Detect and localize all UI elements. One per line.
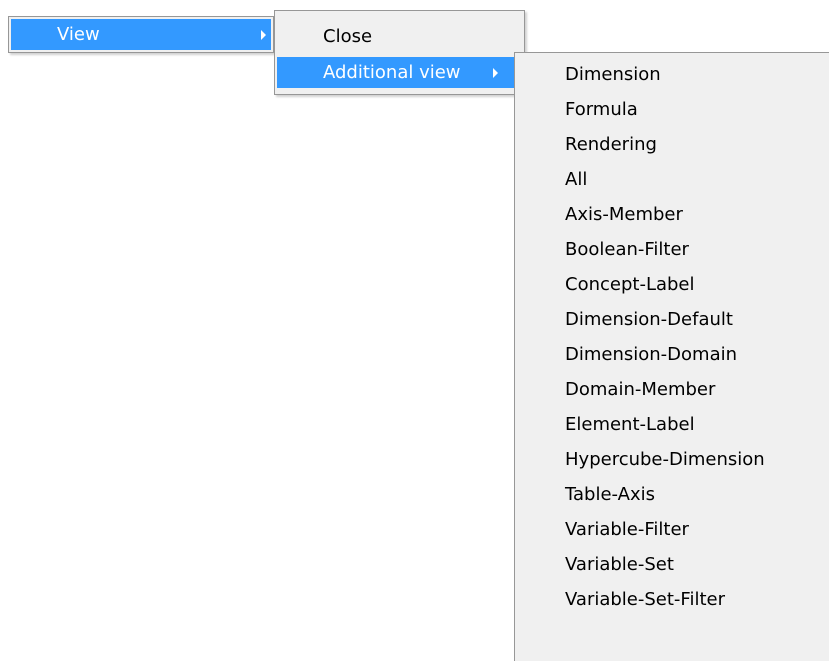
- menu-item-label: Table-Axis: [565, 484, 655, 505]
- submenu-arrow-icon: [261, 29, 266, 40]
- menu-item-variable-set-filter[interactable]: Variable-Set-Filter: [518, 584, 829, 615]
- menu-item-all[interactable]: All: [518, 164, 829, 195]
- menu-item-label: Dimension-Domain: [565, 344, 738, 365]
- menu-item-label: Rendering: [565, 134, 657, 155]
- menu-item-concept-label[interactable]: Concept-Label: [518, 269, 829, 300]
- submenu-arrow-icon: [493, 67, 498, 78]
- menu-item-label: Dimension-Default: [565, 309, 733, 330]
- context-menu: View: [8, 16, 274, 53]
- menu-item-dimension[interactable]: Dimension: [518, 59, 829, 90]
- menu-item-label: All: [565, 169, 588, 190]
- menu-item-label: View: [57, 24, 100, 45]
- menu-item-label: Close: [323, 26, 373, 47]
- menu-item-label: Axis-Member: [565, 204, 683, 225]
- menu-item-domain-member[interactable]: Domain-Member: [518, 374, 829, 405]
- menu-item-label: Additional view: [323, 62, 461, 83]
- menu-item-view[interactable]: View: [11, 19, 271, 50]
- menu-item-label: Concept-Label: [565, 274, 695, 295]
- menu-item-element-label[interactable]: Element-Label: [518, 409, 829, 440]
- menu-item-label: Dimension: [565, 64, 661, 85]
- menu-item-boolean-filter[interactable]: Boolean-Filter: [518, 234, 829, 265]
- menu-item-label: Formula: [565, 99, 638, 120]
- menu-item-label: Variable-Filter: [565, 519, 689, 540]
- menu-item-label: Boolean-Filter: [565, 239, 689, 260]
- menu-item-formula[interactable]: Formula: [518, 94, 829, 125]
- menu-item-label: Variable-Set: [565, 554, 674, 575]
- menu-item-label: Domain-Member: [565, 379, 716, 400]
- screen: View Close Additional view Dimension For…: [0, 0, 829, 661]
- menu-item-additional-view[interactable]: Additional view: [277, 57, 522, 88]
- menu-item-label: Hypercube-Dimension: [565, 449, 765, 470]
- menu-item-dimension-default[interactable]: Dimension-Default: [518, 304, 829, 335]
- menu-item-dimension-domain[interactable]: Dimension-Domain: [518, 339, 829, 370]
- menu-item-variable-filter[interactable]: Variable-Filter: [518, 514, 829, 545]
- menu-item-label: Element-Label: [565, 414, 695, 435]
- menu-item-variable-set[interactable]: Variable-Set: [518, 549, 829, 580]
- menu-item-hypercube-dimension[interactable]: Hypercube-Dimension: [518, 444, 829, 475]
- menu-item-axis-member[interactable]: Axis-Member: [518, 199, 829, 230]
- menu-item-label: Variable-Set-Filter: [565, 589, 726, 610]
- menu-item-rendering[interactable]: Rendering: [518, 129, 829, 160]
- menu-item-table-axis[interactable]: Table-Axis: [518, 479, 829, 510]
- additional-view-submenu: Dimension Formula Rendering All Axis-Mem…: [514, 52, 829, 661]
- view-submenu: Close Additional view: [274, 10, 525, 95]
- menu-item-close[interactable]: Close: [277, 21, 522, 52]
